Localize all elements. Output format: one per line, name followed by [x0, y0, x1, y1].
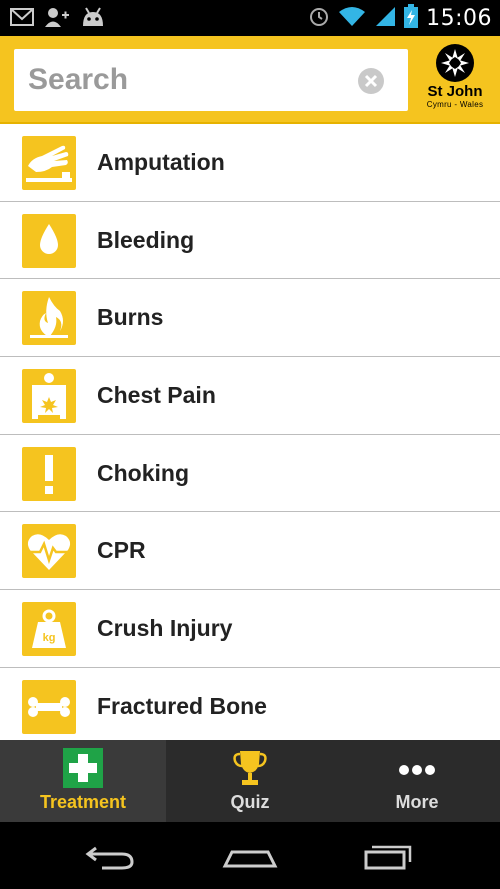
add-contact-icon [44, 6, 70, 33]
list-item-choking[interactable]: Choking [0, 434, 500, 513]
bone-icon [22, 679, 76, 734]
tab-label: Quiz [230, 792, 270, 812]
status-bar: 15:06 [0, 0, 500, 36]
search-box[interactable] [14, 49, 408, 111]
tab-label: More [395, 792, 439, 812]
search-input[interactable] [28, 49, 348, 111]
list-item-chest-pain[interactable]: Chest Pain [0, 357, 500, 435]
app-header: St John Cymru - Wales [0, 36, 500, 124]
clear-search-icon[interactable] [358, 68, 384, 94]
list-item-label: Choking [97, 459, 189, 486]
android-icon [80, 6, 106, 33]
st-john-cross-icon [436, 44, 474, 82]
tab-quiz[interactable]: Quiz [167, 740, 333, 822]
home-icon[interactable] [220, 840, 280, 872]
list-item-label: Chest Pain [97, 382, 216, 409]
tab-bar: Treatment Quiz More [0, 740, 500, 822]
recent-apps-icon[interactable] [358, 840, 418, 872]
logo-name: St John [427, 83, 483, 100]
alarm-icon [308, 5, 330, 32]
gmail-icon [10, 7, 34, 32]
wifi-icon [338, 5, 366, 32]
list-item-amputation[interactable]: Amputation [0, 124, 500, 202]
first-aid-icon [63, 748, 103, 788]
weight-icon-text: kg [43, 632, 56, 644]
flame-icon [22, 291, 76, 346]
trophy-icon [230, 748, 270, 788]
list-item-label: CPR [97, 537, 146, 564]
list-item-label: Amputation [97, 149, 225, 175]
system-nav-bar [0, 822, 500, 889]
heart-pulse-icon [22, 524, 76, 579]
list-item-cpr[interactable]: CPR [0, 512, 500, 591]
chest-pain-icon [22, 369, 76, 424]
list-item-burns[interactable]: Burns [0, 279, 500, 358]
weight-icon: kg [22, 602, 76, 657]
exclamation-icon [22, 446, 76, 501]
list-item-label: Bleeding [97, 226, 195, 253]
list-item-label: Crush Injury [97, 615, 233, 642]
list-item-label: Burns [97, 304, 164, 331]
status-time: 15:06 [426, 6, 492, 31]
list-item-label: Fractured Bone [97, 692, 267, 719]
tab-more[interactable]: More [334, 740, 500, 822]
list-item-bleeding[interactable]: Bleeding [0, 201, 500, 280]
list-item-crush-injury[interactable]: kg Crush Injury [0, 590, 500, 668]
treatment-list: Amputation Bleeding Burns Chest Pain Cho… [0, 124, 500, 740]
list-item-fractured-bone[interactable]: Fractured Bone [0, 667, 500, 740]
back-icon[interactable] [82, 840, 142, 872]
signal-icon [374, 5, 396, 32]
tab-treatment[interactable]: Treatment [0, 740, 166, 822]
drop-icon [22, 213, 76, 268]
more-dots-icon [397, 748, 437, 788]
st-john-logo: St John Cymru - Wales [416, 44, 494, 116]
battery-charging-icon [404, 4, 419, 33]
tab-label: Treatment [39, 792, 127, 812]
logo-subtitle: Cymru - Wales [426, 100, 484, 109]
hand-icon [22, 136, 76, 190]
